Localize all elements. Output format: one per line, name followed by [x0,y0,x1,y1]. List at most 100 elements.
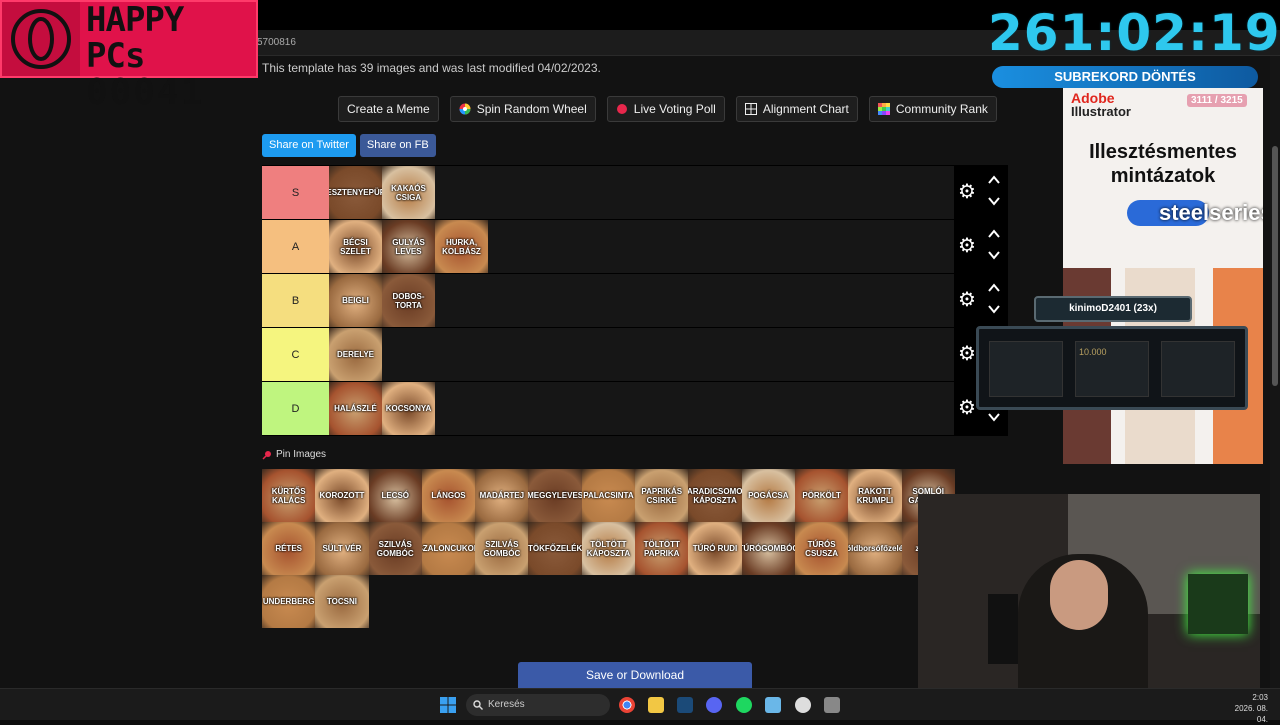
food-image-tile[interactable]: SZILVÁS GOMBÓC [475,522,529,575]
food-image-tile[interactable]: KOROZOTT [315,469,369,522]
food-image-label: TÚRÓS CSUSZA [805,539,839,558]
subrekord-banner: SUBREKORD DÖNTÉS [992,66,1258,88]
app-icon[interactable] [824,697,840,713]
food-image-tile[interactable]: GULYÁS LEVES [382,220,435,273]
food-image-tile[interactable]: PALACSINTA [581,469,636,522]
food-image-label: UNDERBERG [262,597,315,606]
food-image-tile[interactable]: BEIGLI [329,274,382,327]
food-image-label: TÖLTÖTT PAPRIKA [643,539,680,558]
chevron-down-icon[interactable] [988,250,1000,260]
food-image-tile[interactable]: LECSÓ [368,469,422,522]
food-image-tile[interactable]: LÁNGOS [421,469,476,522]
tier-label[interactable]: S [262,166,329,219]
grid-icon [744,103,757,115]
create-meme-button[interactable]: Create a Meme [338,96,439,122]
food-image-tile[interactable]: GESZTENYEPÜRÉ [329,166,382,219]
tier-items-area[interactable]: HALÁSZLÉ KOCSONYA [329,382,954,435]
food-image-tile[interactable]: POGÁCSA [741,469,795,522]
food-image-tile[interactable]: TOCSNI [315,575,369,628]
tier-items-area[interactable]: BEIGLI DOBOS-TORTA [329,274,954,327]
chevron-up-icon[interactable] [988,175,1000,185]
food-image-tile[interactable]: PARADICSOMOS KÁPOSZTA [688,469,742,522]
page-scrollbar[interactable] [1270,56,1280,688]
gear-icon[interactable]: ⚙ [958,182,978,202]
food-image-label: TÚRÓ RUDI [692,544,738,553]
community-rank-button[interactable]: Community Rank [868,96,997,122]
windows-taskbar: Keresés 2:03 2026. 08. 04. [0,688,1280,724]
food-image-label: GULYÁS LEVES [392,237,425,256]
food-image-tile[interactable]: MEGGYLEVES [528,469,582,522]
tier-items-area[interactable]: DERELYE [329,328,954,381]
share-facebook-button[interactable]: Share on FB [359,134,436,157]
stream-logo: HAPPY PCs 00041 [0,0,258,112]
food-image-tile[interactable]: TÚRÓS CSUSZA [794,522,849,575]
food-image-tile[interactable]: SÜLT VÉR [315,522,369,575]
chrome-icon[interactable] [619,697,635,713]
alignment-chart-button[interactable]: Alignment Chart [735,96,858,122]
spin-wheel-button[interactable]: Spin Random Wheel [449,96,596,122]
windows-start-icon[interactable] [440,697,456,713]
ad-headline-1: Illesztésmentes [1089,141,1237,163]
food-image-tile[interactable]: SZALONCUKOR [421,522,476,575]
food-image-tile[interactable]: RAKOTT KRUMPLI [848,469,902,522]
chevron-up-icon[interactable] [988,229,1000,239]
food-image-tile[interactable]: RÉTES [262,522,316,575]
tier-label[interactable]: D [262,382,329,435]
food-image-label: GESZTENYEPÜRÉ [329,188,382,197]
food-image-tile[interactable]: zöldborsófőzelék [848,522,902,575]
steam-icon[interactable] [677,697,693,713]
taskbar-search-input[interactable]: Keresés [466,694,610,716]
food-image-tile[interactable]: SZILVÁS GOMBÓC [368,522,422,575]
template-info-text: This template has 39 images and was last… [262,61,601,75]
tier-items-area[interactable]: GESZTENYEPÜRÉ KAKAÓS CSIGA [329,166,954,219]
food-image-label: TÖLTÖTT KÁPOSZTA [586,539,631,558]
food-image-tile[interactable]: MADÁRTEJ [475,469,529,522]
taskbar-clock[interactable]: 2:03 2026. 08. 04. [1222,692,1268,725]
food-image-tile[interactable]: PÖRKÖLT [794,469,849,522]
tier-row: B BEIGLI DOBOS-TORTA ⚙ [262,274,1008,328]
chevron-up-icon[interactable] [988,283,1000,293]
food-image-tile[interactable]: HURKA, KOLBÁSZ [435,220,488,273]
scrollbar-thumb[interactable] [1272,146,1278,386]
steelseries-watermark: steelseries [1159,200,1263,225]
food-image-tile[interactable]: TÖLTÖTT KÁPOSZTA [581,522,636,575]
food-image-tile[interactable]: TÚRÓGOMBÓC [741,522,795,575]
food-image-tile[interactable]: BÉCSI SZELET [329,220,382,273]
food-image-label: DOBOS-TORTA [392,291,425,310]
notepad-icon[interactable] [765,697,781,713]
save-download-button[interactable]: Save or Download [518,662,752,689]
logo-line-1: HAPPY PCs [86,0,184,76]
pin-images-heading: Pin Images [262,449,326,460]
food-image-tile[interactable]: KÜRTŐS KALÁCS [262,469,316,522]
gear-icon[interactable]: ⚙ [958,236,978,256]
food-image-label: SZILVÁS GOMBÓC [483,539,521,558]
spotify-icon[interactable] [736,697,752,713]
chevron-down-icon[interactable] [988,196,1000,206]
search-icon [473,700,483,710]
food-image-tile[interactable]: KOCSONYA [382,382,435,435]
file-explorer-icon[interactable] [648,697,664,713]
webcam-overlay [918,494,1260,688]
food-image-tile[interactable]: PAPRIKÁS CSIRKE [635,469,689,522]
steelseries-gg-icon[interactable] [795,697,811,713]
food-image-tile[interactable]: DOBOS-TORTA [382,274,435,327]
food-image-tile[interactable]: UNDERBERG [262,575,316,628]
discord-icon[interactable] [706,697,722,713]
food-image-label: TÚRÓGOMBÓC [742,544,795,553]
share-twitter-button[interactable]: Share on Twitter [262,134,356,157]
tier-label[interactable]: C [262,328,329,381]
tier-row: A BÉCSI SZELET GULYÁS LEVES HURKA, KOLBÁSZ ⚙ [262,220,1008,274]
food-image-tile[interactable]: TÖLTÖTT PAPRIKA [635,522,689,575]
food-image-tile[interactable]: HALÁSZLÉ [329,382,382,435]
tier-items-area[interactable]: BÉCSI SZELET GULYÁS LEVES HURKA, KOLBÁSZ [329,220,954,273]
tier-row: D HALÁSZLÉ KOCSONYA ⚙ [262,382,1008,436]
voting-poll-button[interactable]: Live Voting Poll [606,96,725,122]
tier-label[interactable]: A [262,220,329,273]
food-image-label: TOCSNI [326,597,357,606]
food-image-tile[interactable]: TÚRÓ RUDI [688,522,742,575]
food-image-tile[interactable]: DERELYE [329,328,382,381]
food-image-tile[interactable]: TÖKFŐZELÉK [528,522,582,575]
tier-label[interactable]: B [262,274,329,327]
share-buttons: Share on Twitter Share on FB [262,134,436,157]
food-image-tile[interactable]: KAKAÓS CSIGA [382,166,435,219]
